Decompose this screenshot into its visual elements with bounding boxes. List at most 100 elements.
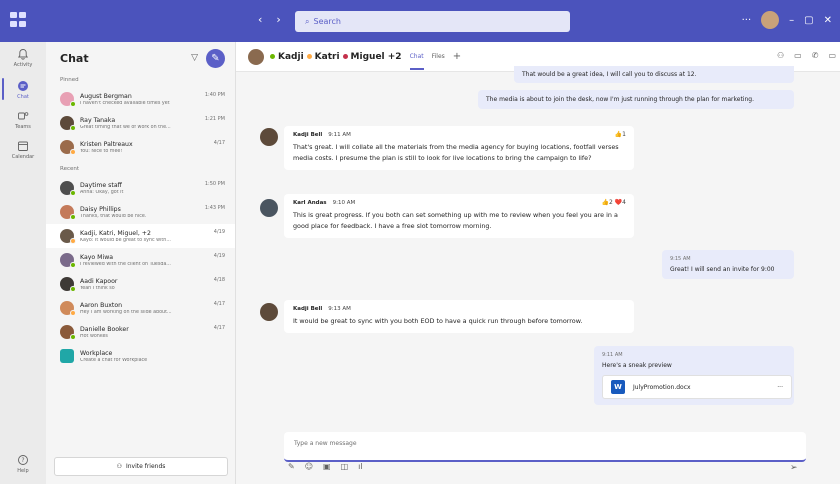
file-attachment[interactable]: W JulyPromotion.docx ··· — [602, 375, 792, 399]
compose-toolbar: ✎ ☺ ▣ ◫ ıl — [288, 462, 363, 471]
add-tab-button[interactable]: + — [453, 51, 461, 62]
poll-icon[interactable]: ıl — [358, 462, 362, 471]
presence-dot — [342, 54, 348, 59]
presence-dot — [70, 310, 76, 316]
back-button[interactable]: ‹ — [258, 13, 262, 26]
chat-item-preview: You: Nice to mee! — [80, 148, 123, 154]
chat-list-item[interactable]: Aadi Kapoor Yeah I think so 4/18 — [46, 272, 235, 296]
chat-list-item[interactable]: Ray Tanaka Great timing that we of work o… — [46, 111, 235, 135]
chat-item-name: Kristen Paltreaux — [80, 140, 133, 148]
minimize-button[interactable]: – — [789, 15, 794, 26]
chat-item-preview: Hey I am working on the slide about... — [80, 309, 172, 315]
avatar — [60, 181, 76, 196]
close-button[interactable]: ✕ — [824, 15, 832, 26]
gif-icon[interactable]: ▣ — [323, 462, 331, 471]
chat-item-time: 4/17 — [213, 301, 225, 307]
compose-icon: ✎ — [211, 52, 220, 64]
rail-item-help[interactable]: ? Help — [0, 454, 46, 474]
avatar — [60, 205, 76, 220]
maximize-button[interactable]: ▢ — [804, 15, 813, 26]
chat-item-time: 4/17 — [213, 140, 225, 146]
chat-list-header: Chat ▽ ✎ — [46, 42, 235, 74]
screen-share-icon[interactable]: ▭ — [794, 51, 802, 60]
chat-item-text: August Bergman I haven't checked availabl… — [80, 93, 205, 106]
chat-item-name: Aaron Buxton — [80, 301, 123, 309]
avatar — [60, 140, 76, 155]
message-compose-box[interactable]: Type a new message — [284, 432, 806, 462]
chat-item-text: Ray Tanaka Great timing that we of work o… — [80, 117, 205, 130]
send-icon[interactable]: ➢ — [790, 463, 798, 473]
phone-icon[interactable]: ✆ — [812, 51, 819, 60]
presence-dot — [70, 334, 76, 340]
chat-item-name: Daytime staff — [80, 181, 122, 189]
sender-name: Kadji Bell — [293, 306, 323, 312]
self-message: The media is about to join the desk, now… — [478, 90, 794, 109]
filter-icon[interactable]: ▽ — [191, 53, 198, 63]
invite-friends-button[interactable]: ⚇ Invite friends — [54, 457, 228, 476]
presence-dot — [70, 149, 76, 155]
chat-item-time: 4/19 — [213, 253, 225, 259]
chat-list-item[interactable]: Kristen Paltreaux You: Nice to mee! 4/17 — [46, 135, 235, 159]
avatar — [60, 277, 76, 292]
reactions[interactable]: 👍1 — [615, 131, 626, 138]
chat-list-item[interactable]: Danielle Booker Hot wonkes 4/17 — [46, 320, 235, 344]
chat-list-item[interactable]: Kadji, Katri, Miguel, +2 Kayo: It would b… — [46, 224, 235, 248]
chat-item-preview: I reviewed with the client on Tuesda... — [80, 261, 171, 267]
rail-item-chat[interactable]: Chat — [0, 80, 46, 100]
chat-item-name: Danielle Booker — [80, 325, 129, 333]
emoji-icon[interactable]: ☺ — [305, 462, 313, 471]
tab-chat[interactable]: Chat — [409, 53, 424, 70]
message-body: Here's a sneak preview — [602, 362, 672, 369]
pinned-chat-list: August Bergman I haven't checked availabl… — [46, 87, 235, 159]
chat-item-time: 4/17 — [213, 325, 225, 331]
message-body: It would be great to sync with you both … — [293, 317, 583, 325]
tab-files[interactable]: Files — [432, 53, 445, 60]
sender-name: Kadji Bell — [293, 132, 323, 138]
teams-icon — [18, 112, 29, 120]
chat-list-item[interactable]: Kayo Miwa I reviewed with the client on T… — [46, 248, 235, 272]
chat-item-text: Daytime staff Anna: Okay, got it — [80, 182, 205, 195]
new-chat-button[interactable]: ✎ — [206, 48, 225, 68]
chat-list-item[interactable]: Workplace Create a chat for Workplace — [46, 344, 235, 368]
chat-item-time: 1:50 PM — [204, 181, 225, 187]
sender-avatar — [260, 303, 278, 321]
chat-item-preview: Anna: Okay, got it — [80, 189, 124, 195]
avatar — [60, 325, 76, 340]
message-time: 9:13 AM — [328, 306, 351, 312]
rail-item-activity[interactable]: Activity — [0, 48, 46, 68]
chat-list-item[interactable]: Aaron Buxton Hey I am working on the slid… — [46, 296, 235, 320]
rail-label: Help — [17, 468, 29, 474]
chat-list-item[interactable]: Daytime staff Anna: Okay, got it 1:50 PM — [46, 176, 235, 200]
chat-item-name: Daisy Phillips — [80, 205, 121, 213]
user-avatar[interactable] — [761, 11, 780, 29]
pinned-section-label: Pinned — [60, 77, 79, 83]
chat-list-item[interactable]: August Bergman I haven't checked availabl… — [46, 87, 235, 111]
video-icon[interactable]: ▭ — [828, 51, 836, 60]
self-message: 9:11 AM Here's a sneak preview W JulyPro… — [594, 346, 794, 405]
participant-name: Katri — [314, 51, 340, 62]
message-body: That would be a great idea, I will call … — [522, 71, 697, 78]
chat-list-item[interactable]: Daisy Phillips Thanks, that would be nice… — [46, 200, 235, 224]
avatar — [60, 253, 76, 268]
chat-list-title: Chat — [60, 51, 89, 65]
rail-item-calendar[interactable]: Calendar — [0, 140, 46, 160]
presence-dot — [70, 125, 76, 131]
presence-dot — [70, 238, 76, 244]
sticker-icon[interactable]: ◫ — [341, 462, 349, 471]
rail-label: Calendar — [11, 154, 35, 160]
more-button[interactable]: ··· — [742, 15, 752, 26]
teams-logo-icon — [10, 12, 28, 28]
message-time: 9:15 AM — [670, 256, 691, 262]
format-icon[interactable]: ✎ — [288, 462, 295, 471]
received-message: Kadji Bell 9:13 AM It would be great to s… — [284, 300, 634, 333]
rail-item-teams[interactable]: Teams — [0, 110, 46, 130]
people-icon[interactable]: ⚇ — [777, 51, 784, 60]
chat-item-preview: Great timing that we of work on the... — [80, 124, 171, 130]
forward-button[interactable]: › — [276, 13, 280, 26]
more-options-icon[interactable]: ··· — [777, 384, 783, 391]
message-time: 9:11 AM — [602, 352, 623, 358]
search-input[interactable]: ⌕ Search — [295, 11, 570, 32]
presence-dot — [70, 214, 76, 220]
reactions[interactable]: 👍2 ❤️4 — [602, 199, 626, 206]
chat-list-panel: Chat ▽ ✎ Pinned August Bergman I haven't … — [46, 42, 236, 484]
